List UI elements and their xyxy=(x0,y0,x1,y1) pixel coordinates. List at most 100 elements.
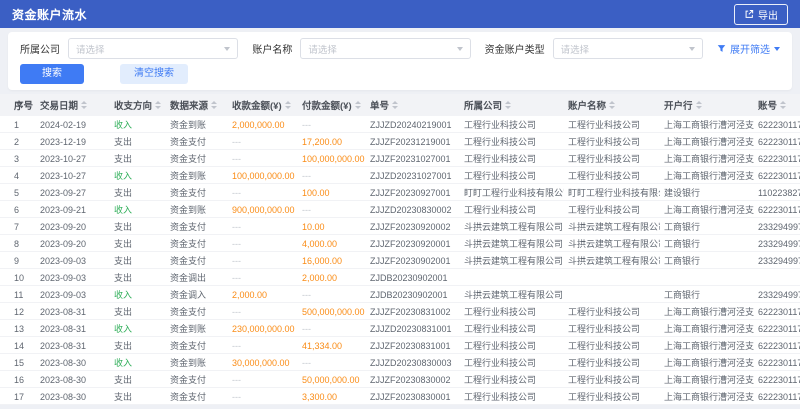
table-row[interactable]: 112023-09-03收入资金调入2,000.00---ZJDB2023090… xyxy=(0,286,800,303)
cell-company: 斗拱云建筑工程有限公司 xyxy=(460,288,564,301)
cell-order-no: ZJJZD20231027001 xyxy=(366,171,460,181)
cell-receive-amount: --- xyxy=(228,137,298,147)
cell-pay-amount: 3,300.00 xyxy=(298,392,366,402)
sort-icon[interactable] xyxy=(81,101,87,109)
column-header-receive-amount[interactable]: 收款金额(¥) xyxy=(228,94,298,116)
column-header-account-no[interactable]: 账号 xyxy=(754,94,800,116)
cell-pay-amount: 17,200.00 xyxy=(298,137,366,147)
sort-icon[interactable] xyxy=(355,101,361,109)
cell-pay-amount: 100.00 xyxy=(298,188,366,198)
cell-source: 资金支付 xyxy=(166,305,228,318)
cell-source: 资金支付 xyxy=(166,339,228,352)
cell-company: 斗拱云建筑工程有限公司 xyxy=(460,220,564,233)
sort-icon[interactable] xyxy=(155,101,161,109)
column-header-company[interactable]: 所属公司 xyxy=(460,94,564,116)
cell-pay-amount: --- xyxy=(298,171,366,181)
cell-direction: 支出 xyxy=(110,135,166,148)
chevron-down-icon xyxy=(774,47,780,51)
cell-receive-amount: 30,000,000.00 xyxy=(228,358,298,368)
cell-pay-amount: 16,000.00 xyxy=(298,256,366,266)
cell-order-no: ZJJZF20230830001 xyxy=(366,392,460,402)
table-row[interactable]: 152023-08-30收入资金到账30,000,000.00---ZJJZD2… xyxy=(0,354,800,371)
cell-bank: 上海工商银行漕河泾支行 xyxy=(660,135,754,148)
cell-account-no: 233294997 xyxy=(754,256,800,266)
table-row[interactable]: 132023-08-31收入资金到账230,000,000.00---ZJJZD… xyxy=(0,320,800,337)
cell-index: 6 xyxy=(0,205,36,215)
table-header-row: 序号交易日期收支方向数据来源收款金额(¥)付款金额(¥)单号所属公司账户名称开户… xyxy=(0,94,800,116)
account-type-select[interactable]: 请选择 xyxy=(553,38,703,59)
cell-direction: 收入 xyxy=(110,203,166,216)
cell-receive-amount: --- xyxy=(228,392,298,402)
sort-icon[interactable] xyxy=(609,101,615,109)
cell-order-no: ZJDB20230902001 xyxy=(366,273,460,283)
column-label: 账号 xyxy=(758,98,777,112)
expand-filter-link[interactable]: 展开筛选 xyxy=(717,41,780,56)
column-header-pay-amount[interactable]: 付款金额(¥) xyxy=(298,94,366,116)
table-row[interactable]: 122023-08-31支出资金支付---500,000,000.00ZJJZF… xyxy=(0,303,800,320)
cell-receive-amount: --- xyxy=(228,188,298,198)
cell-company: 斗拱云建筑工程有限公司 xyxy=(460,237,564,250)
cell-date: 2023-09-20 xyxy=(36,222,110,232)
cell-company: 工程行业科技公司 xyxy=(460,322,564,335)
column-label: 交易日期 xyxy=(40,98,78,112)
cell-account-name: 工程行业科技公司 xyxy=(564,305,660,318)
export-button[interactable]: 导出 xyxy=(734,4,788,25)
sort-icon[interactable] xyxy=(505,101,511,109)
company-select[interactable]: 请选择 xyxy=(68,38,238,59)
account-name-select[interactable]: 请选择 xyxy=(300,38,470,59)
cell-account-name: 工程行业科技公司 xyxy=(564,339,660,352)
cell-source: 资金到账 xyxy=(166,322,228,335)
cell-pay-amount: 100,000,000.00 xyxy=(298,154,366,164)
table-row[interactable]: 62023-09-21收入资金到账900,000,000.00---ZJJZD2… xyxy=(0,201,800,218)
cell-order-no: ZJJZF20230920002 xyxy=(366,222,460,232)
table-row[interactable]: 22023-12-19支出资金支付---17,200.00ZJJZF202312… xyxy=(0,133,800,150)
column-header-direction[interactable]: 收支方向 xyxy=(110,94,166,116)
sort-icon[interactable] xyxy=(285,101,291,109)
table-row[interactable]: 162023-08-30支出资金支付---50,000,000.00ZJJZF2… xyxy=(0,371,800,388)
table-row[interactable]: 92023-09-03支出资金支付---16,000.00ZJJZF202309… xyxy=(0,252,800,269)
cell-direction: 支出 xyxy=(110,254,166,267)
cell-date: 2023-08-31 xyxy=(36,341,110,351)
column-header-order-no[interactable]: 单号 xyxy=(366,94,460,116)
cell-source: 资金支付 xyxy=(166,186,228,199)
cell-date: 2023-09-03 xyxy=(36,256,110,266)
table-row[interactable]: 102023-09-03支出资金调出---2,000.00ZJDB2023090… xyxy=(0,269,800,286)
cell-order-no: ZJJZF20230831002 xyxy=(366,307,460,317)
table-row[interactable]: 42023-10-27收入资金到账100,000,000.00---ZJJZD2… xyxy=(0,167,800,184)
table-row[interactable]: 172023-08-30支出资金支付---3,300.00ZJJZF202308… xyxy=(0,388,800,405)
table-row[interactable]: 32023-10-27支出资金支付---100,000,000.00ZJJZF2… xyxy=(0,150,800,167)
column-header-date[interactable]: 交易日期 xyxy=(36,94,110,116)
cell-date: 2023-08-30 xyxy=(36,358,110,368)
table-row[interactable]: 72023-09-20支出资金支付---10.00ZJJZF2023092000… xyxy=(0,218,800,235)
table-row[interactable]: 82023-09-20支出资金支付---4,000.00ZJJZF2023092… xyxy=(0,235,800,252)
table-row[interactable]: 142023-08-31支出资金支付---41,334.00ZJJZF20230… xyxy=(0,337,800,354)
cell-order-no: ZJJZF20230927001 xyxy=(366,188,460,198)
sort-icon[interactable] xyxy=(211,101,217,109)
column-header-account-name[interactable]: 账户名称 xyxy=(564,94,660,116)
column-label: 数据来源 xyxy=(170,98,208,112)
cell-order-no: ZJJZF20231219001 xyxy=(366,137,460,147)
cell-account-name: 工程行业科技公司 xyxy=(564,169,660,182)
search-button[interactable]: 搜索 xyxy=(20,64,84,84)
cell-index: 12 xyxy=(0,307,36,317)
cell-receive-amount: --- xyxy=(228,375,298,385)
cell-index: 15 xyxy=(0,358,36,368)
cell-bank: 上海工商银行漕河泾支行 xyxy=(660,169,754,182)
table-row[interactable]: 52023-09-27支出资金支付---100.00ZJJZF202309270… xyxy=(0,184,800,201)
sort-icon[interactable] xyxy=(780,101,786,109)
cell-index: 11 xyxy=(0,290,36,300)
cell-index: 4 xyxy=(0,171,36,181)
table-row[interactable]: 12024-02-19收入资金到账2,000,000.00---ZJJZD202… xyxy=(0,116,800,133)
cell-index: 14 xyxy=(0,341,36,351)
cell-date: 2023-08-31 xyxy=(36,307,110,317)
cell-company: 工程行业科技公司 xyxy=(460,390,564,403)
clear-search-button[interactable]: 清空搜索 xyxy=(120,64,188,84)
cell-pay-amount: 2,000.00 xyxy=(298,273,366,283)
sort-icon[interactable] xyxy=(696,101,702,109)
cell-order-no: ZJDB20230902001 xyxy=(366,290,460,300)
column-header-bank[interactable]: 开户行 xyxy=(660,94,754,116)
column-header-source[interactable]: 数据来源 xyxy=(166,94,228,116)
cell-date: 2023-09-03 xyxy=(36,273,110,283)
sort-icon[interactable] xyxy=(392,101,398,109)
cell-order-no: ZJJZF20230831001 xyxy=(366,341,460,351)
